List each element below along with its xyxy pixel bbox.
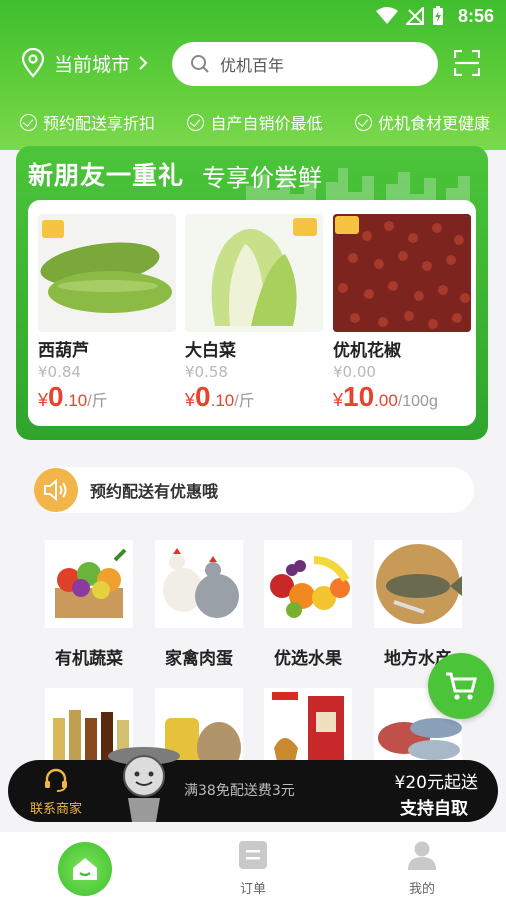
city-selector[interactable]: 当前城市 [20,48,148,78]
zucchini-image [38,214,176,332]
cabbage-image [185,214,323,332]
min-order-text: ¥20元起送 [394,773,478,793]
chevron-right-icon [139,56,148,70]
category-label: 优选水果 [274,649,342,669]
tab-orders[interactable]: 订单 [213,840,293,897]
price-symbol: ¥ [333,390,344,410]
notice-text: 预约配送有优惠哦 [90,482,219,501]
product-price: ¥0.10/斤 [185,381,323,413]
product-name: 大白菜 [185,341,236,361]
pickup-text: 支持自取 [400,799,468,819]
promo-title: 新朋友一重礼 [28,161,185,190]
promo-banner[interactable]: 新朋友一重礼 专享价尝鲜 西葫芦 ¥0.84 ¥0.10/斤 大白菜 ¥0.58… [16,146,488,440]
feature-label: 自产自销价最低 [210,114,323,133]
checkout-bar[interactable]: 联系商家 满38免配送费3元 ¥20元起送 支持自取 [8,747,498,822]
status-icons [376,6,444,26]
product-card[interactable]: 优机花椒 ¥0.00 ¥10.00/100g [333,214,471,413]
price-decimal: .10 [210,391,235,410]
product-old-price: ¥0.58 [185,363,228,381]
sichuan-pepper-image [333,214,471,332]
check-circle-icon [354,113,372,131]
category-local-seafood[interactable]: 地方水产 [374,540,462,669]
feature-label: 预约配送享折扣 [43,114,156,133]
contact-merchant-button[interactable]: 联系商家 [24,768,88,817]
product-name: 优机花椒 [333,341,401,361]
product-name: 西葫芦 [38,341,89,361]
city-label: 当前城市 [54,53,131,76]
product-card[interactable]: 大白菜 ¥0.58 ¥0.10/斤 [185,214,323,413]
scan-icon[interactable] [454,50,480,76]
feature-list: 预约配送享折扣 自产自销价最低 优机食材更健康 [20,110,490,134]
search-input[interactable]: 优机百年 [172,42,438,86]
header: 8:56 当前城市 优机百年 预约配送享折扣 自产自销价最低 优机食材更健康 [0,0,506,150]
headset-icon [45,768,67,792]
product-price: ¥10.00/100g [333,381,471,413]
search-placeholder: 优机百年 [220,56,285,75]
feature-item: 优机食材更健康 [354,110,490,134]
price-symbol: ¥ [185,390,196,410]
feature-item: 预约配送享折扣 [20,110,155,134]
cart-icon [446,672,477,700]
price-unit: /100g [397,393,438,410]
tab-bar: 订单 我的 [0,832,506,900]
price-integer: 10 [343,381,375,412]
battery-icon [433,6,443,25]
tab-home[interactable] [58,842,112,896]
fish-image [374,540,462,628]
poultry-image [155,540,243,628]
home-icon [73,858,97,880]
product-price: ¥0.10/斤 [38,381,176,413]
category-organic-vegetables[interactable]: 有机蔬菜 [45,540,133,669]
status-time: 8:56 [457,6,494,26]
price-integer: 0 [48,381,64,412]
feature-label: 优机食材更健康 [377,114,490,133]
promo-subtitle: 专享价尝鲜 [202,164,322,192]
vegetables-image [45,540,133,628]
category-poultry-eggs[interactable]: 家禽肉蛋 [155,540,243,669]
product-old-price: ¥0.00 [333,363,376,381]
location-pin-icon [21,48,45,78]
tab-label: 订单 [239,882,266,897]
user-icon [408,841,436,870]
cart-button[interactable] [428,653,494,719]
wifi-icon [376,7,398,24]
category-label: 家禽肉蛋 [165,649,233,669]
promo-card: 西葫芦 ¥0.84 ¥0.10/斤 大白菜 ¥0.58 ¥0.10/斤 优机花椒… [28,200,476,426]
product-old-price: ¥0.84 [38,363,81,381]
price-unit: /斤 [234,393,255,410]
price-symbol: ¥ [38,390,49,410]
orders-icon [239,841,267,869]
price-decimal: .10 [63,391,88,410]
shipping-text: 满38免配送费3元 [184,783,295,799]
tab-label: 我的 [408,882,435,897]
product-card[interactable]: 西葫芦 ¥0.84 ¥0.10/斤 [38,214,176,413]
search-icon [191,55,209,73]
fruits-image [264,540,352,628]
mascot-icon [108,747,180,822]
price-unit: /斤 [87,393,108,410]
contact-label: 联系商家 [29,802,82,817]
tab-mine[interactable]: 我的 [382,840,462,897]
no-signal-icon [406,7,424,25]
category-selected-fruits[interactable]: 优选水果 [264,540,352,669]
price-integer: 0 [195,381,211,412]
speaker-icon [34,468,78,512]
feature-item: 自产自销价最低 [187,110,323,134]
status-bar: 8:56 [0,0,506,32]
notice-bar[interactable]: 预约配送有优惠哦 [34,467,474,513]
price-decimal: .00 [374,391,398,410]
category-label: 有机蔬菜 [55,649,123,669]
check-circle-icon [187,113,205,131]
check-circle-icon [20,113,37,131]
